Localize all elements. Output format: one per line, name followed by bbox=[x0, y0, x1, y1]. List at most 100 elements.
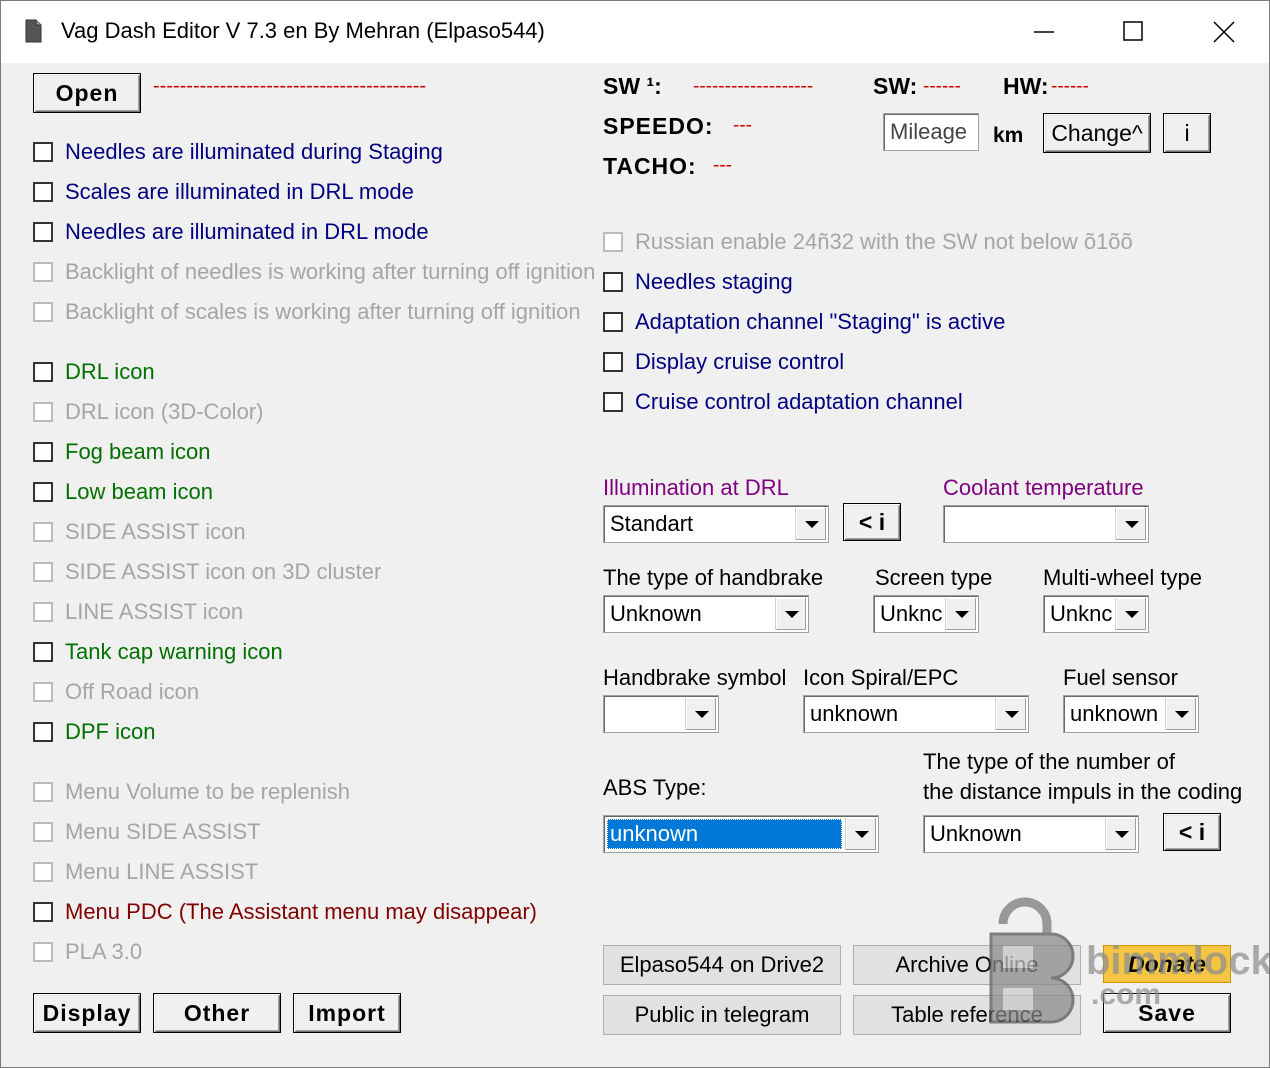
checkbox-box[interactable] bbox=[603, 272, 623, 292]
mileage-input[interactable]: Mileage bbox=[883, 113, 979, 151]
checkbox-line-assist-icon: LINE ASSIST icon bbox=[33, 597, 243, 627]
window-title: Vag Dash Editor V 7.3 en By Mehran (Elpa… bbox=[61, 18, 545, 43]
checkbox-box[interactable] bbox=[33, 482, 53, 502]
chevron-down-icon[interactable] bbox=[1115, 598, 1146, 630]
fuel-sensor-label: Fuel sensor bbox=[1063, 665, 1178, 690]
checkbox-label: Backlight of scales is working after tur… bbox=[65, 299, 581, 324]
telegram-button[interactable]: Public in telegram bbox=[603, 995, 841, 1035]
checkbox-side-assist-icon: SIDE ASSIST icon bbox=[33, 517, 246, 547]
checkbox-box[interactable] bbox=[33, 362, 53, 382]
minimize-button[interactable] bbox=[999, 1, 1089, 63]
checkbox-box bbox=[33, 942, 53, 962]
checkbox-cruise-adaptation[interactable]: Cruise control adaptation channel bbox=[603, 387, 963, 417]
checkbox-label: LINE ASSIST icon bbox=[65, 599, 244, 624]
checkbox-label: Display cruise control bbox=[635, 349, 845, 374]
illumination-value: Standart bbox=[610, 511, 694, 536]
checkbox-needles-staging-illuminated[interactable]: Needles are illuminated during Staging bbox=[33, 137, 443, 167]
handbrake-type-label: The type of handbrake bbox=[603, 565, 824, 590]
checkbox-menu-line-assist: Menu LINE ASSIST bbox=[33, 857, 258, 887]
chevron-down-icon[interactable] bbox=[845, 818, 876, 850]
chevron-down-icon[interactable] bbox=[1115, 508, 1146, 540]
checkbox-box bbox=[603, 232, 623, 252]
checkbox-box bbox=[33, 522, 53, 542]
screen-type-select[interactable]: Unknc bbox=[873, 595, 979, 633]
illumination-info-button[interactable]: < i bbox=[843, 503, 901, 541]
checkbox-box[interactable] bbox=[33, 182, 53, 202]
checkbox-menu-pdc[interactable]: Menu PDC (The Assistant menu may disappe… bbox=[33, 897, 537, 927]
other-button[interactable]: Other bbox=[153, 993, 281, 1033]
checkbox-dpf-icon[interactable]: DPF icon bbox=[33, 717, 155, 747]
checkbox-box[interactable] bbox=[603, 312, 623, 332]
checkbox-label: Low beam icon bbox=[65, 479, 213, 504]
checkbox-box[interactable] bbox=[33, 642, 53, 662]
checkbox-needles-backlight: Backlight of needles is working after tu… bbox=[33, 257, 595, 287]
abs-type-select[interactable]: unknown bbox=[603, 815, 879, 853]
close-icon bbox=[1213, 21, 1235, 43]
chevron-down-icon[interactable] bbox=[995, 698, 1026, 730]
checkbox-box[interactable] bbox=[33, 722, 53, 742]
checkbox-box[interactable] bbox=[33, 442, 53, 462]
handbrake-symbol-select[interactable] bbox=[603, 695, 719, 733]
hw-value: ------ bbox=[1051, 76, 1089, 97]
fuel-sensor-select[interactable]: unknown bbox=[1063, 695, 1199, 733]
multiwheel-select[interactable]: Unknc bbox=[1043, 595, 1149, 633]
chevron-down-icon[interactable] bbox=[685, 698, 716, 730]
distance-info-button[interactable]: < i bbox=[1163, 813, 1221, 851]
checkbox-label: Fog beam icon bbox=[65, 439, 211, 464]
checkbox-label: Menu LINE ASSIST bbox=[65, 859, 259, 884]
checkbox-display-cruise[interactable]: Display cruise control bbox=[603, 347, 844, 377]
checkbox-box bbox=[33, 862, 53, 882]
close-button[interactable] bbox=[1179, 1, 1269, 63]
import-button[interactable]: Import bbox=[293, 993, 401, 1033]
checkbox-box bbox=[33, 302, 53, 322]
checkbox-box[interactable] bbox=[603, 352, 623, 372]
icon-spiral-value: unknown bbox=[810, 701, 899, 726]
checkbox-drl-icon[interactable]: DRL icon bbox=[33, 357, 155, 387]
checkbox-box bbox=[33, 562, 53, 582]
multiwheel-label: Multi-wheel type bbox=[1043, 565, 1202, 590]
checkbox-needles-drl[interactable]: Needles are illuminated in DRL mode bbox=[33, 217, 429, 247]
checkbox-box bbox=[33, 682, 53, 702]
checkbox-menu-side-assist: Menu SIDE ASSIST bbox=[33, 817, 261, 847]
distance-impulse-select[interactable]: Unknown bbox=[923, 815, 1139, 853]
watermark-logo: bimmlock .com bbox=[989, 897, 1269, 1024]
checkbox-label: Cruise control adaptation channel bbox=[635, 389, 963, 414]
checkbox-needles-staging[interactable]: Needles staging bbox=[603, 267, 793, 297]
checkbox-label: Scales are illuminated in DRL mode bbox=[65, 179, 414, 204]
checkbox-tank-cap-icon[interactable]: Tank cap warning icon bbox=[33, 637, 283, 667]
chevron-down-icon[interactable] bbox=[945, 598, 976, 630]
checkbox-label: Adaptation channel "Staging" is active bbox=[635, 309, 1006, 334]
maximize-button[interactable] bbox=[1089, 1, 1179, 63]
icon-spiral-select[interactable]: unknown bbox=[803, 695, 1029, 733]
checkbox-menu-volume: Menu Volume to be replenish bbox=[33, 777, 350, 807]
info-button[interactable]: i bbox=[1163, 113, 1211, 153]
chevron-down-icon[interactable] bbox=[795, 508, 826, 540]
checkbox-low-beam-icon[interactable]: Low beam icon bbox=[33, 477, 213, 507]
checkbox-adaptation-staging[interactable]: Adaptation channel "Staging" is active bbox=[603, 307, 1005, 337]
display-button[interactable]: Display bbox=[33, 993, 141, 1033]
hw-label: HW: bbox=[1003, 73, 1049, 99]
chevron-down-icon[interactable] bbox=[1105, 818, 1136, 850]
checkbox-label: Tank cap warning icon bbox=[65, 639, 283, 664]
drive2-button[interactable]: Elpaso544 on Drive2 bbox=[603, 945, 841, 985]
change-button[interactable]: Change^ bbox=[1043, 113, 1151, 153]
open-button[interactable]: Open bbox=[33, 73, 141, 113]
checkbox-fog-beam-icon[interactable]: Fog beam icon bbox=[33, 437, 211, 467]
checkbox-label: Russian enable 24ñ32 with the SW not bel… bbox=[635, 229, 1133, 254]
sw-label: SW: bbox=[873, 73, 918, 99]
coolant-select[interactable] bbox=[943, 505, 1149, 543]
checkbox-box[interactable] bbox=[33, 902, 53, 922]
checkbox-scales-drl[interactable]: Scales are illuminated in DRL mode bbox=[33, 177, 414, 207]
checkbox-label: Needles are illuminated in DRL mode bbox=[65, 219, 429, 244]
chevron-down-icon[interactable] bbox=[1165, 698, 1196, 730]
handbrake-type-value: Unknown bbox=[610, 601, 702, 626]
checkbox-label: Menu SIDE ASSIST bbox=[65, 819, 261, 844]
checkbox-box bbox=[33, 602, 53, 622]
handbrake-type-select[interactable]: Unknown bbox=[603, 595, 809, 633]
checkbox-box[interactable] bbox=[603, 392, 623, 412]
checkbox-box[interactable] bbox=[33, 222, 53, 242]
chevron-down-icon[interactable] bbox=[775, 598, 806, 630]
illumination-select[interactable]: Standart bbox=[603, 505, 829, 543]
checkbox-box[interactable] bbox=[33, 142, 53, 162]
checkbox-drl-icon-3d: DRL icon (3D-Color) bbox=[33, 397, 263, 427]
